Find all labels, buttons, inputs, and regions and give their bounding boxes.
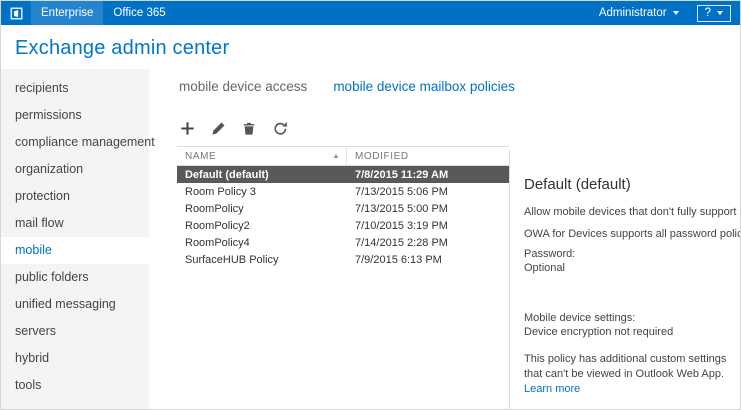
sidebar-item-servers[interactable]: servers <box>1 318 149 345</box>
toolbar <box>177 106 509 146</box>
policy-name-cell: Room Policy 3 <box>177 186 347 198</box>
table-row[interactable]: RoomPolicy 7/13/2015 5:00 PM <box>177 200 509 217</box>
modified-cell: 7/13/2015 5:06 PM <box>347 186 509 198</box>
sidebar-item-permissions[interactable]: permissions <box>1 102 149 129</box>
owa-devices-note: OWA for Devices supports all password po… <box>524 228 740 240</box>
pencil-icon <box>211 121 226 139</box>
custom-settings-text: This policy has additional custom settin… <box>524 353 726 380</box>
policy-name-cell: Default (default) <box>177 169 347 181</box>
sidebar-item-hybrid[interactable]: hybrid <box>1 345 149 372</box>
modified-cell: 7/10/2015 3:19 PM <box>347 220 509 232</box>
details-pane: Default (default) Allow mobile devices t… <box>509 106 740 409</box>
topbar-tab-enterprise[interactable]: Enterprise <box>31 1 103 25</box>
table-header: NAME ▲ MODIFIED <box>177 147 509 166</box>
administrator-label: Administrator <box>599 7 667 19</box>
policy-name-cell: RoomPolicy <box>177 203 347 215</box>
page-title: Exchange admin center <box>1 25 740 60</box>
password-label: Password: <box>524 248 740 260</box>
topbar: Enterprise Office 365 Administrator ? <box>1 1 740 25</box>
sort-ascending-icon: ▲ <box>332 153 340 160</box>
administrator-menu[interactable]: Administrator <box>589 1 689 25</box>
topbar-right: Administrator ? <box>589 1 740 25</box>
policy-description: Allow mobile devices that don't fully su… <box>524 206 740 218</box>
sidebar: recipients permissions compliance manage… <box>1 69 149 409</box>
table-row[interactable]: RoomPolicy4 7/14/2015 2:28 PM <box>177 234 509 251</box>
main-content: mobile device access mobile device mailb… <box>149 69 740 409</box>
name-column-label: NAME <box>185 151 216 162</box>
topbar-tab-office365[interactable]: Office 365 <box>103 1 175 25</box>
office-logo-icon <box>1 1 31 25</box>
policy-list-pane: NAME ▲ MODIFIED Default (default) 7/8/20… <box>177 106 509 409</box>
help-label: ? <box>705 7 711 19</box>
modified-cell: 7/8/2015 11:29 AM <box>347 169 509 181</box>
sidebar-item-compliance-management[interactable]: compliance management <box>1 129 149 156</box>
trash-icon <box>242 121 256 139</box>
policy-table: NAME ▲ MODIFIED Default (default) 7/8/20… <box>177 146 509 268</box>
policy-name-cell: RoomPolicy2 <box>177 220 347 232</box>
chevron-down-icon <box>717 11 723 15</box>
learn-more-link[interactable]: Learn more <box>524 383 580 395</box>
sidebar-item-tools[interactable]: tools <box>1 372 149 399</box>
sidebar-item-protection[interactable]: protection <box>1 183 149 210</box>
policy-name-cell: RoomPolicy4 <box>177 237 347 249</box>
table-row[interactable]: RoomPolicy2 7/10/2015 3:19 PM <box>177 217 509 234</box>
refresh-icon <box>273 121 288 139</box>
modified-cell: 7/9/2015 6:13 PM <box>347 254 509 266</box>
plus-icon <box>180 121 195 139</box>
modified-cell: 7/13/2015 5:00 PM <box>347 203 509 215</box>
device-settings-label: Mobile device settings: <box>524 312 740 324</box>
add-button[interactable] <box>179 122 195 138</box>
page-header: Exchange admin center <box>1 25 740 69</box>
password-value: Optional <box>524 262 740 274</box>
sidebar-item-unified-messaging[interactable]: unified messaging <box>1 291 149 318</box>
tab-mobile-device-mailbox-policies[interactable]: mobile device mailbox policies <box>333 79 515 94</box>
sidebar-item-mail-flow[interactable]: mail flow <box>1 210 149 237</box>
table-row[interactable]: SurfaceHUB Policy 7/9/2015 6:13 PM <box>177 251 509 268</box>
policy-name-cell: SurfaceHUB Policy <box>177 254 347 266</box>
edit-button[interactable] <box>210 122 226 138</box>
chevron-down-icon <box>673 11 679 15</box>
delete-button[interactable] <box>241 122 257 138</box>
custom-settings-note: This policy has additional custom settin… <box>524 352 740 397</box>
help-menu[interactable]: ? <box>697 5 731 22</box>
modified-cell: 7/14/2015 2:28 PM <box>347 237 509 249</box>
sidebar-item-mobile[interactable]: mobile <box>1 237 149 264</box>
table-row[interactable]: Room Policy 3 7/13/2015 5:06 PM <box>177 183 509 200</box>
column-header-name[interactable]: NAME ▲ <box>177 147 347 165</box>
refresh-button[interactable] <box>272 122 288 138</box>
table-row[interactable]: Default (default) 7/8/2015 11:29 AM <box>177 166 509 183</box>
tab-bar: mobile device access mobile device mailb… <box>177 69 740 106</box>
device-settings-value: Device encryption not required <box>524 326 740 338</box>
tab-mobile-device-access[interactable]: mobile device access <box>179 79 307 94</box>
column-header-modified[interactable]: MODIFIED <box>347 151 509 162</box>
exchange-admin-center-window: Enterprise Office 365 Administrator ? Ex… <box>0 0 741 410</box>
details-title: Default (default) <box>524 176 740 193</box>
sidebar-item-public-folders[interactable]: public folders <box>1 264 149 291</box>
sidebar-item-recipients[interactable]: recipients <box>1 75 149 102</box>
sidebar-item-organization[interactable]: organization <box>1 156 149 183</box>
